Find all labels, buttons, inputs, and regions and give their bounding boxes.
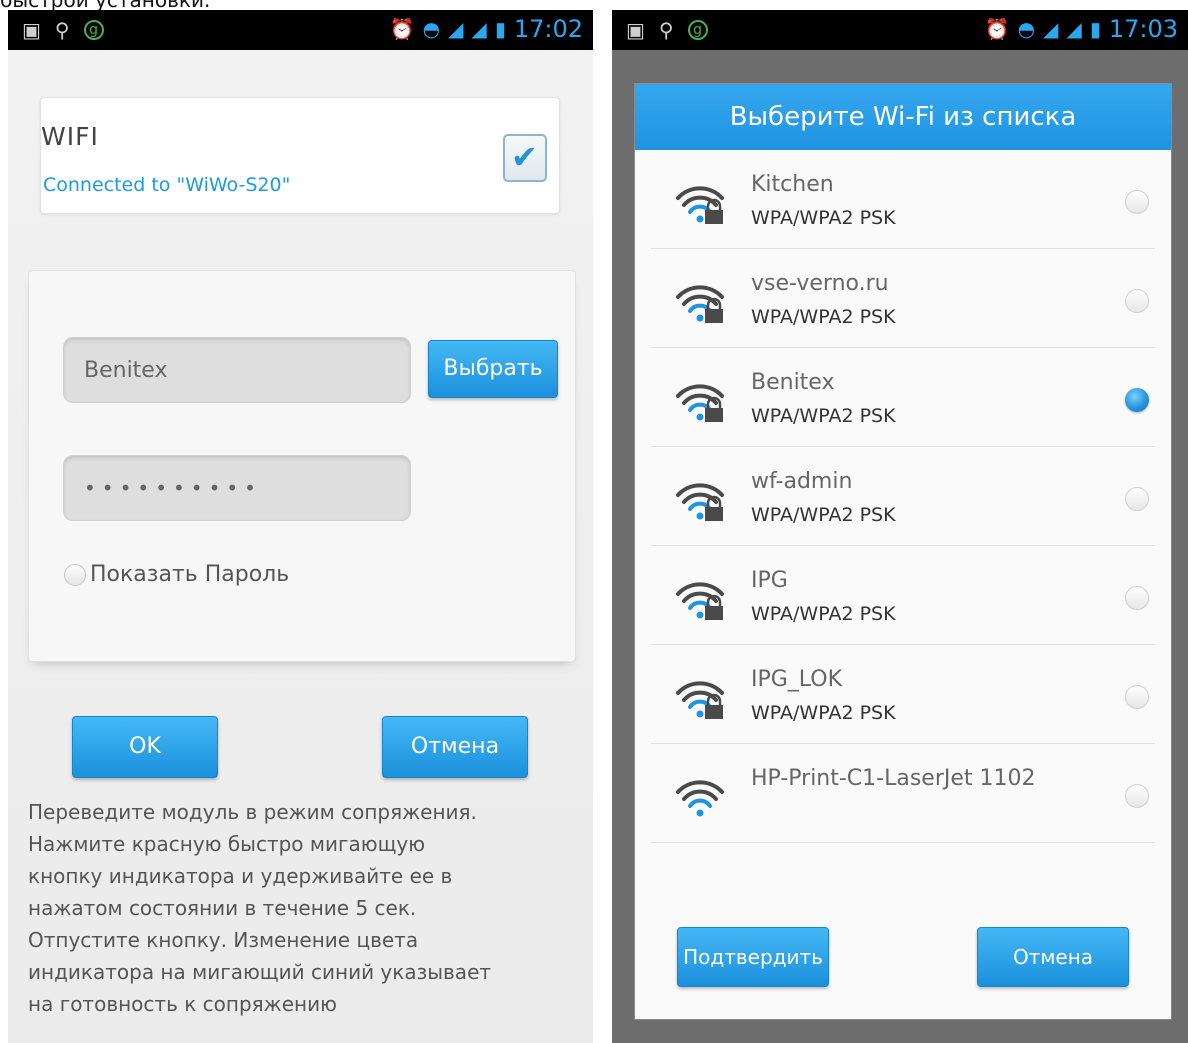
picture-notification-icon: ▣: [22, 18, 41, 42]
network-name: Benitex: [751, 370, 835, 395]
network-form: [28, 270, 576, 662]
wifi-connection-status: Connected to "WiWo-S20": [43, 174, 291, 196]
instruction-line: нажатом состоянии в течение 5 сек.: [28, 896, 417, 920]
search-notification-icon: ⚲: [54, 18, 70, 42]
network-radio[interactable]: [1125, 388, 1149, 412]
network-name: IPG: [751, 568, 788, 593]
network-name: wf-admin: [751, 469, 853, 494]
dialog-title: Выберите Wi-Fi из списка: [635, 84, 1171, 150]
instruction-line: на готовность к сопряжению: [28, 992, 337, 1016]
network-row[interactable]: Benitex WPA/WPA2 PSK: [635, 348, 1171, 447]
battery-icon: ▮: [494, 17, 506, 41]
network-radio[interactable]: [1125, 784, 1149, 808]
instruction-line: Отпустите кнопку. Изменение цвета: [28, 928, 419, 952]
show-password-label: Показать Пароль: [90, 562, 290, 587]
wifi-signal-icon: [676, 384, 724, 422]
network-radio[interactable]: [1125, 685, 1149, 709]
instruction-line: Нажмите красную быстро мигающую: [28, 832, 426, 856]
wifi-signal-icon: [676, 186, 724, 224]
network-row[interactable]: vse-verno.ru WPA/WPA2 PSK: [635, 249, 1171, 348]
wifi-checkbox[interactable]: ✔: [503, 134, 547, 182]
instruction-line: кнопку индикатора и удерживайте ее в: [28, 864, 453, 888]
network-radio[interactable]: [1125, 487, 1149, 511]
status-bar: ▣ ⚲ g ⏰ ◓ ◢ ◢ ▮ 17:02: [8, 10, 593, 50]
choose-network-button[interactable]: Выбрать: [428, 340, 558, 398]
search-notification-icon: ⚲: [658, 18, 674, 42]
cancel-button[interactable]: Отмена: [382, 716, 528, 778]
network-security: WPA/WPA2 PSK: [751, 207, 896, 229]
network-row[interactable]: Kitchen WPA/WPA2 PSK: [635, 150, 1171, 249]
signal-strength-icon: ◢: [471, 17, 487, 41]
password-field[interactable]: [63, 455, 411, 521]
app-notification-icon: g: [687, 20, 708, 40]
page-caption: быстрой установки.: [0, 0, 211, 12]
network-row[interactable]: wf-admin WPA/WPA2 PSK: [635, 447, 1171, 546]
network-security: WPA/WPA2 PSK: [751, 306, 896, 328]
network-radio[interactable]: [1125, 289, 1149, 313]
cancel-button[interactable]: Отмена: [977, 927, 1129, 987]
wifi-status-icon: ◓: [1017, 17, 1036, 41]
network-security: WPA/WPA2 PSK: [751, 504, 896, 526]
alarm-icon: ⏰: [389, 17, 415, 41]
wifi-signal-icon: [676, 681, 724, 719]
ssid-input[interactable]: [64, 338, 410, 402]
checkmark-icon: ✔: [511, 138, 538, 176]
signal-strength-icon: ◢: [448, 17, 464, 41]
app-notification-icon: g: [83, 20, 104, 40]
wifi-toggle-card[interactable]: WIFI Connected to "WiWo-S20" ✔: [40, 97, 560, 214]
wifi-title: WIFI: [41, 122, 99, 151]
pairing-instructions: Переведите модуль в режим сопряжения. На…: [28, 796, 578, 1020]
wifi-signal-icon: [676, 780, 724, 817]
picture-notification-icon: ▣: [626, 18, 645, 42]
status-time: 17:03: [1108, 15, 1178, 43]
signal-strength-icon: ◢: [1066, 17, 1082, 41]
wifi-select-dialog: Выберите Wi-Fi из списка Kitchen WPA/WPA2…: [634, 83, 1172, 1020]
network-name: IPG_LOK: [751, 667, 843, 692]
password-input[interactable]: [64, 456, 410, 520]
network-security: WPA/WPA2 PSK: [751, 702, 896, 724]
show-password-option[interactable]: Показать Пароль: [64, 562, 289, 587]
network-list: Kitchen WPA/WPA2 PSK vse-verno.ru WPA/WPA2 …: [635, 150, 1171, 843]
network-name: Kitchen: [751, 172, 834, 197]
network-security: WPA/WPA2 PSK: [751, 405, 896, 427]
wifi-picker-screen: ▣ ⚲ g ⏰ ◓ ◢ ◢ ▮ 17:03 Выберите Wi-Fi из …: [612, 10, 1188, 1043]
wifi-signal-icon: [676, 582, 724, 620]
row-divider: [651, 842, 1155, 843]
wifi-signal-icon: [676, 285, 724, 323]
network-row[interactable]: IPG WPA/WPA2 PSK: [635, 546, 1171, 645]
network-security: WPA/WPA2 PSK: [751, 603, 896, 625]
network-radio[interactable]: [1125, 586, 1149, 610]
instruction-line: Переведите модуль в режим сопряжения.: [28, 800, 477, 824]
network-row[interactable]: IPG_LOK WPA/WPA2 PSK: [635, 645, 1171, 744]
network-row[interactable]: HP-Print-C1-LaserJet 1102: [635, 744, 1171, 843]
status-bar: ▣ ⚲ g ⏰ ◓ ◢ ◢ ▮ 17:03: [612, 10, 1188, 50]
confirm-button[interactable]: Подтвердить: [677, 927, 829, 987]
battery-icon: ▮: [1089, 17, 1101, 41]
instruction-line: индикатора на мигающий синий указывает: [28, 960, 492, 984]
network-name: HP-Print-C1-LaserJet 1102: [751, 766, 1036, 791]
network-name: vse-verno.ru: [751, 271, 889, 296]
status-time: 17:02: [513, 15, 583, 43]
wifi-status-icon: ◓: [422, 17, 441, 41]
wifi-setup-screen: ▣ ⚲ g ⏰ ◓ ◢ ◢ ▮ 17:02 WIFI Connected to …: [8, 10, 593, 1043]
ok-button[interactable]: OK: [72, 716, 218, 778]
show-password-radio[interactable]: [64, 563, 86, 586]
ssid-field[interactable]: [63, 337, 411, 403]
network-radio[interactable]: [1125, 190, 1149, 214]
signal-strength-icon: ◢: [1043, 17, 1059, 41]
alarm-icon: ⏰: [984, 17, 1010, 41]
wifi-signal-icon: [676, 483, 724, 521]
